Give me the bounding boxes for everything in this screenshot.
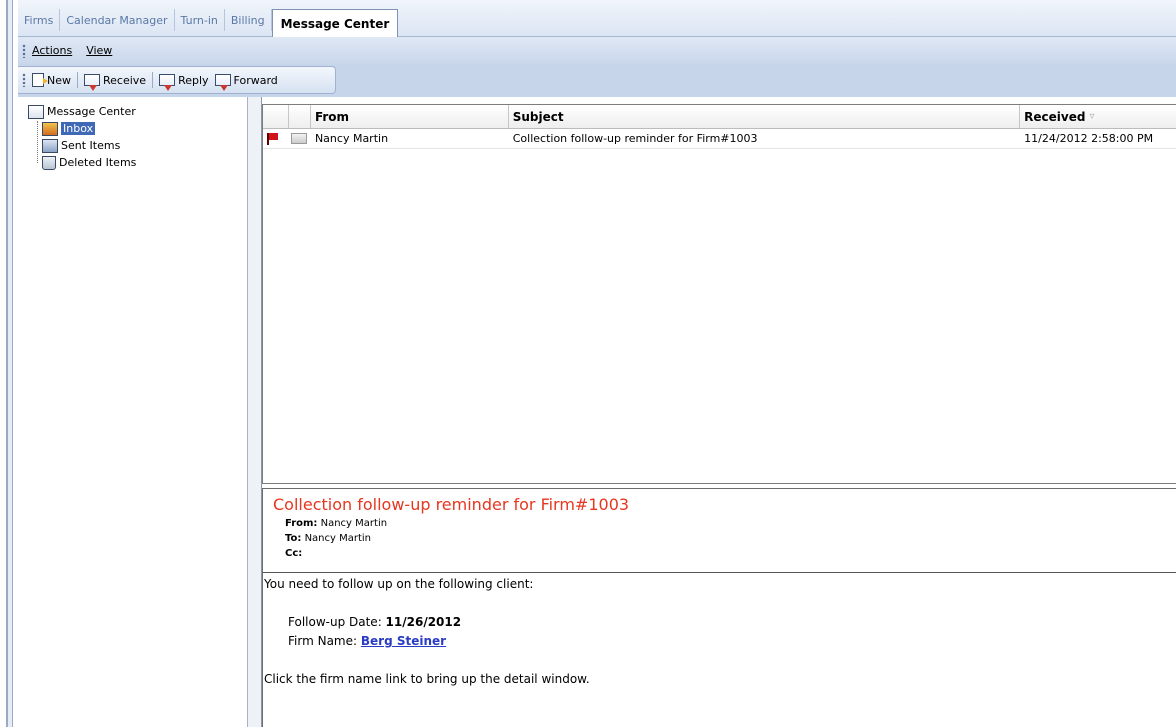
- tab-message-center[interactable]: Message Center: [271, 9, 399, 37]
- row-from: Nancy Martin: [314, 132, 389, 145]
- reading-pane-header: Collection follow-up reminder for Firm#1…: [263, 488, 1176, 573]
- receive-icon: [84, 74, 100, 91]
- menu-actions[interactable]: Actions: [32, 44, 72, 57]
- preview-meta: From: Nancy Martin To: Nancy Martin Cc:: [273, 516, 1176, 561]
- envelope-icon: [290, 133, 307, 144]
- message-toolbar: New Receive Reply Forward: [18, 66, 336, 94]
- reply-button[interactable]: Reply: [159, 73, 209, 91]
- row-received: 11/24/2012 2:58:00 PM: [1024, 132, 1154, 145]
- flag-cell: [263, 132, 289, 145]
- followup-date: 11/26/2012: [385, 615, 462, 629]
- inbox-icon: [42, 121, 58, 136]
- from-value: Nancy Martin: [320, 518, 388, 529]
- tree-item-label: Sent Items: [61, 139, 121, 152]
- tab-firms[interactable]: Firms: [18, 9, 61, 31]
- toolbar-band: New Receive Reply Forward: [18, 64, 1176, 97]
- to-value: Nancy Martin: [304, 533, 372, 544]
- tree-item-sent-items[interactable]: Sent Items: [28, 137, 136, 154]
- column-header-from[interactable]: From: [311, 105, 509, 128]
- red-flag-icon[interactable]: [267, 132, 278, 145]
- receive-button-label: Receive: [103, 73, 147, 87]
- forward-button[interactable]: Forward: [214, 73, 278, 91]
- body-outro: Click the firm name link to bring up the…: [264, 672, 590, 686]
- new-button[interactable]: New: [32, 73, 71, 87]
- tab-calendar-manager[interactable]: Calendar Manager: [60, 9, 175, 31]
- tree-item-label: Message Center: [47, 105, 136, 118]
- tree-item-label: Deleted Items: [59, 156, 137, 169]
- column-header-received-label: Received: [1024, 109, 1086, 124]
- row-subject: Collection follow-up reminder for Firm#1…: [512, 132, 758, 145]
- preview-cc-line: Cc:: [285, 546, 1176, 561]
- new-message-icon: [32, 73, 48, 87]
- message-list: From Subject Received ▿ Nancy Martin Col…: [262, 104, 1176, 484]
- folder-tree-pane: Message Center Inbox Sent Items Deleted …: [24, 97, 248, 727]
- firm-line: Firm Name: Berg Steiner: [264, 634, 1176, 653]
- new-button-label: New: [47, 73, 71, 87]
- column-header-received[interactable]: Received ▿: [1020, 105, 1176, 128]
- tree-item-label: Inbox: [61, 122, 96, 135]
- message-body: You need to follow up on the following c…: [263, 573, 1176, 691]
- preview-subject: Collection follow-up reminder for Firm#1…: [273, 495, 630, 514]
- body-intro: You need to follow up on the following c…: [264, 577, 534, 591]
- message-center-icon: [28, 104, 44, 119]
- tab-turn-in[interactable]: Turn-in: [175, 9, 225, 31]
- tab-list: Firms Calendar Manager Turn-in Billing M…: [18, 8, 399, 37]
- deleted-items-icon: [42, 155, 56, 170]
- firm-label: Firm Name:: [288, 634, 361, 648]
- preview-from-line: From: Nancy Martin: [285, 516, 1176, 531]
- menu-bar: Actions View: [18, 37, 1176, 64]
- toolbar-grip-icon[interactable]: [22, 73, 26, 87]
- sort-descending-icon: ▿: [1089, 111, 1095, 122]
- column-header-read[interactable]: [289, 105, 311, 128]
- column-header-subject[interactable]: Subject: [509, 105, 1021, 128]
- window-frame-left: [0, 0, 18, 727]
- sent-items-icon: [42, 138, 58, 153]
- followup-line: Follow-up Date: 11/26/2012: [264, 615, 1176, 634]
- column-header-flag[interactable]: [263, 105, 289, 128]
- tree-item-message-center[interactable]: Message Center: [28, 103, 136, 120]
- toolbar-separator: [152, 72, 154, 88]
- menu-grip-icon[interactable]: [22, 43, 26, 58]
- table-row[interactable]: Nancy Martin Collection follow-up remind…: [263, 129, 1176, 149]
- tab-billing[interactable]: Billing: [225, 9, 272, 31]
- folder-tree: Message Center Inbox Sent Items Deleted …: [28, 103, 136, 171]
- reply-icon: [159, 74, 176, 91]
- tree-item-inbox[interactable]: Inbox: [28, 120, 136, 137]
- preview-to-line: To: Nancy Martin: [285, 531, 1176, 546]
- receive-button[interactable]: Receive: [84, 73, 147, 91]
- read-state-cell: [289, 133, 311, 144]
- firm-name-link[interactable]: Berg Steiner: [361, 634, 446, 648]
- toolbar-separator: [77, 72, 78, 88]
- reply-button-label: Reply: [178, 73, 209, 87]
- to-label: To:: [285, 533, 302, 544]
- tree-item-deleted-items[interactable]: Deleted Items: [28, 154, 136, 171]
- cc-label: Cc:: [285, 548, 303, 559]
- message-list-header: From Subject Received ▿: [263, 105, 1176, 129]
- from-label: From:: [285, 518, 318, 529]
- forward-button-label: Forward: [233, 73, 278, 87]
- pane-splitter[interactable]: [248, 97, 262, 727]
- module-tab-bar: Firms Calendar Manager Turn-in Billing M…: [18, 0, 1176, 37]
- followup-label: Follow-up Date:: [288, 615, 386, 629]
- reading-pane: Collection follow-up reminder for Firm#1…: [262, 488, 1176, 727]
- menu-view[interactable]: View: [86, 44, 112, 57]
- forward-icon: [214, 74, 231, 91]
